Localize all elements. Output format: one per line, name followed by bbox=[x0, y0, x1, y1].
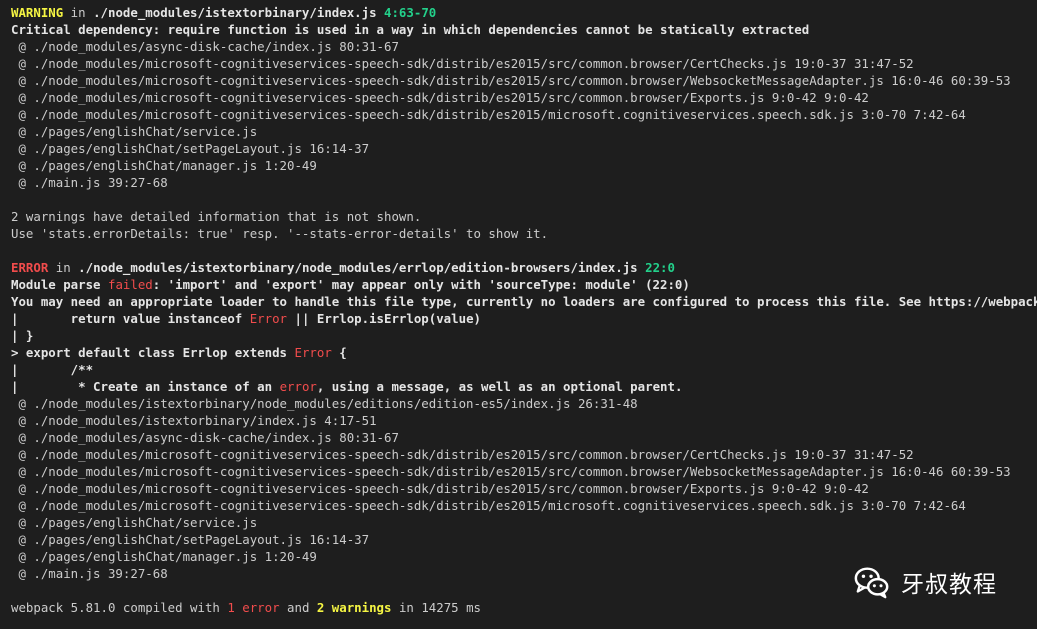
terminal-text: : 'import' and 'export' may appear only … bbox=[152, 277, 690, 292]
terminal-line: @ ./pages/englishChat/service.js bbox=[11, 123, 1037, 140]
terminal-text: 22:0 bbox=[645, 260, 675, 275]
terminal-text: || Errlop.isErrlop(value) bbox=[287, 311, 481, 326]
terminal-line: Use 'stats.errorDetails: true' resp. '--… bbox=[11, 225, 1037, 242]
terminal-text: @ ./main.js 39:27-68 bbox=[11, 175, 168, 190]
terminal-text: error bbox=[279, 379, 317, 394]
terminal-text: @ ./node_modules/microsoft-cognitiveserv… bbox=[11, 498, 966, 513]
terminal-line: @ ./node_modules/microsoft-cognitiveserv… bbox=[11, 463, 1037, 480]
terminal-text: @ ./node_modules/async-disk-cache/index.… bbox=[11, 430, 399, 445]
terminal-line: @ ./node_modules/microsoft-cognitiveserv… bbox=[11, 72, 1037, 89]
terminal-text: Module parse bbox=[11, 277, 108, 292]
terminal-line: @ ./pages/englishChat/service.js bbox=[11, 514, 1037, 531]
terminal-text: @ ./pages/englishChat/service.js bbox=[11, 124, 258, 139]
terminal-line: | * Create an instance of an error, usin… bbox=[11, 378, 1037, 395]
terminal-text: @ ./node_modules/microsoft-cognitiveserv… bbox=[11, 73, 1011, 88]
terminal-text: 1 error bbox=[227, 600, 280, 615]
terminal-text: @ ./node_modules/microsoft-cognitiveserv… bbox=[11, 90, 869, 105]
terminal-text: @ ./pages/englishChat/manager.js 1:20-49 bbox=[11, 549, 317, 564]
terminal-text: and bbox=[279, 600, 317, 615]
terminal-text: | * Create an instance of an bbox=[11, 379, 280, 394]
terminal-text: @ ./main.js 39:27-68 bbox=[11, 566, 168, 581]
terminal-output: WARNING in ./node_modules/istextorbinary… bbox=[11, 4, 1037, 616]
terminal-line: @ ./node_modules/microsoft-cognitiveserv… bbox=[11, 55, 1037, 72]
terminal-line: @ ./node_modules/async-disk-cache/index.… bbox=[11, 429, 1037, 446]
terminal-line: @ ./pages/englishChat/setPageLayout.js 1… bbox=[11, 140, 1037, 157]
terminal-text: 4:63-70 bbox=[384, 5, 437, 20]
terminal-text: @ ./pages/englishChat/setPageLayout.js 1… bbox=[11, 141, 370, 156]
terminal-text: @ ./node_modules/microsoft-cognitiveserv… bbox=[11, 481, 869, 496]
terminal-text: ./node_modules/istextorbinary/index.js bbox=[93, 5, 377, 20]
terminal-line: @ ./node_modules/istextorbinary/index.js… bbox=[11, 412, 1037, 429]
terminal-line: 2 warnings have detailed information tha… bbox=[11, 208, 1037, 225]
terminal-text: webpack 5.81.0 compiled with bbox=[11, 600, 228, 615]
terminal-line: @ ./node_modules/microsoft-cognitiveserv… bbox=[11, 89, 1037, 106]
terminal-text: You may need an appropriate loader to ha… bbox=[11, 294, 1037, 309]
terminal-line: You may need an appropriate loader to ha… bbox=[11, 293, 1037, 310]
terminal-text: Use 'stats.errorDetails: true' resp. '--… bbox=[11, 226, 549, 241]
terminal-line: webpack 5.81.0 compiled with 1 error and… bbox=[11, 599, 1037, 616]
wechat-icon bbox=[854, 567, 889, 599]
terminal-text: > export default class Errlop extends bbox=[11, 345, 295, 360]
terminal-text: WARNING bbox=[11, 5, 64, 20]
terminal-line: @ ./node_modules/istextorbinary/node_mod… bbox=[11, 395, 1037, 412]
terminal-line: @ ./pages/englishChat/setPageLayout.js 1… bbox=[11, 531, 1037, 548]
watermark: 牙叔教程 bbox=[853, 563, 997, 601]
terminal-text: | /** bbox=[11, 362, 94, 377]
terminal-line: @ ./node_modules/microsoft-cognitiveserv… bbox=[11, 480, 1037, 497]
terminal-line: @ ./node_modules/async-disk-cache/index.… bbox=[11, 38, 1037, 55]
terminal-text: | } bbox=[11, 328, 34, 343]
terminal-text: Error bbox=[294, 345, 332, 360]
terminal-line: @ ./node_modules/microsoft-cognitiveserv… bbox=[11, 446, 1037, 463]
terminal-text: { bbox=[331, 345, 347, 360]
terminal-text: , using a message, as well as an optiona… bbox=[316, 379, 683, 394]
terminal-line: Module parse failed: 'import' and 'expor… bbox=[11, 276, 1037, 293]
terminal-text: | return value instanceof bbox=[11, 311, 250, 326]
terminal-line: WARNING in ./node_modules/istextorbinary… bbox=[11, 4, 1037, 21]
terminal-line: ERROR in ./node_modules/istextorbinary/n… bbox=[11, 259, 1037, 276]
terminal-line: @ ./main.js 39:27-68 bbox=[11, 174, 1037, 191]
terminal-text: 2 warnings have detailed information tha… bbox=[11, 209, 422, 224]
terminal-text: 2 warnings bbox=[316, 600, 392, 615]
terminal-line: @ ./pages/englishChat/manager.js 1:20-49 bbox=[11, 157, 1037, 174]
watermark-text: 牙叔教程 bbox=[901, 572, 997, 598]
terminal-line: | /** bbox=[11, 361, 1037, 378]
terminal-text: failed bbox=[107, 277, 153, 292]
terminal-line: @ ./node_modules/microsoft-cognitiveserv… bbox=[11, 497, 1037, 514]
terminal-text: in 14275 ms bbox=[391, 600, 482, 615]
terminal-text: in bbox=[48, 260, 79, 275]
terminal-line: > export default class Errlop extends Er… bbox=[11, 344, 1037, 361]
terminal-text: @ ./node_modules/istextorbinary/node_mod… bbox=[11, 396, 638, 411]
terminal-text: in bbox=[63, 5, 94, 20]
terminal-text: @ ./node_modules/istextorbinary/index.js… bbox=[11, 413, 377, 428]
terminal-text: Critical dependency: require function is… bbox=[11, 22, 810, 37]
terminal-line: | return value instanceof Error || Errlo… bbox=[11, 310, 1037, 327]
terminal-text: @ ./node_modules/microsoft-cognitiveserv… bbox=[11, 107, 966, 122]
terminal-text: ERROR bbox=[11, 260, 49, 275]
terminal-text: @ ./pages/englishChat/manager.js 1:20-49 bbox=[11, 158, 317, 173]
terminal-text: Error bbox=[249, 311, 288, 326]
terminal-text: @ ./pages/englishChat/setPageLayout.js 1… bbox=[11, 532, 370, 547]
terminal-line: | } bbox=[11, 327, 1037, 344]
terminal-text: @ ./node_modules/microsoft-cognitiveserv… bbox=[11, 464, 1011, 479]
terminal-text: @ ./node_modules/microsoft-cognitiveserv… bbox=[11, 447, 914, 462]
terminal-line: Critical dependency: require function is… bbox=[11, 21, 1037, 38]
terminal-text: @ ./node_modules/microsoft-cognitiveserv… bbox=[11, 56, 914, 71]
terminal-text: ./node_modules/istextorbinary/node_modul… bbox=[78, 260, 638, 275]
terminal-line: @ ./node_modules/microsoft-cognitiveserv… bbox=[11, 106, 1037, 123]
terminal-text: @ ./node_modules/async-disk-cache/index.… bbox=[11, 39, 399, 54]
terminal-text: @ ./pages/englishChat/service.js bbox=[11, 515, 258, 530]
